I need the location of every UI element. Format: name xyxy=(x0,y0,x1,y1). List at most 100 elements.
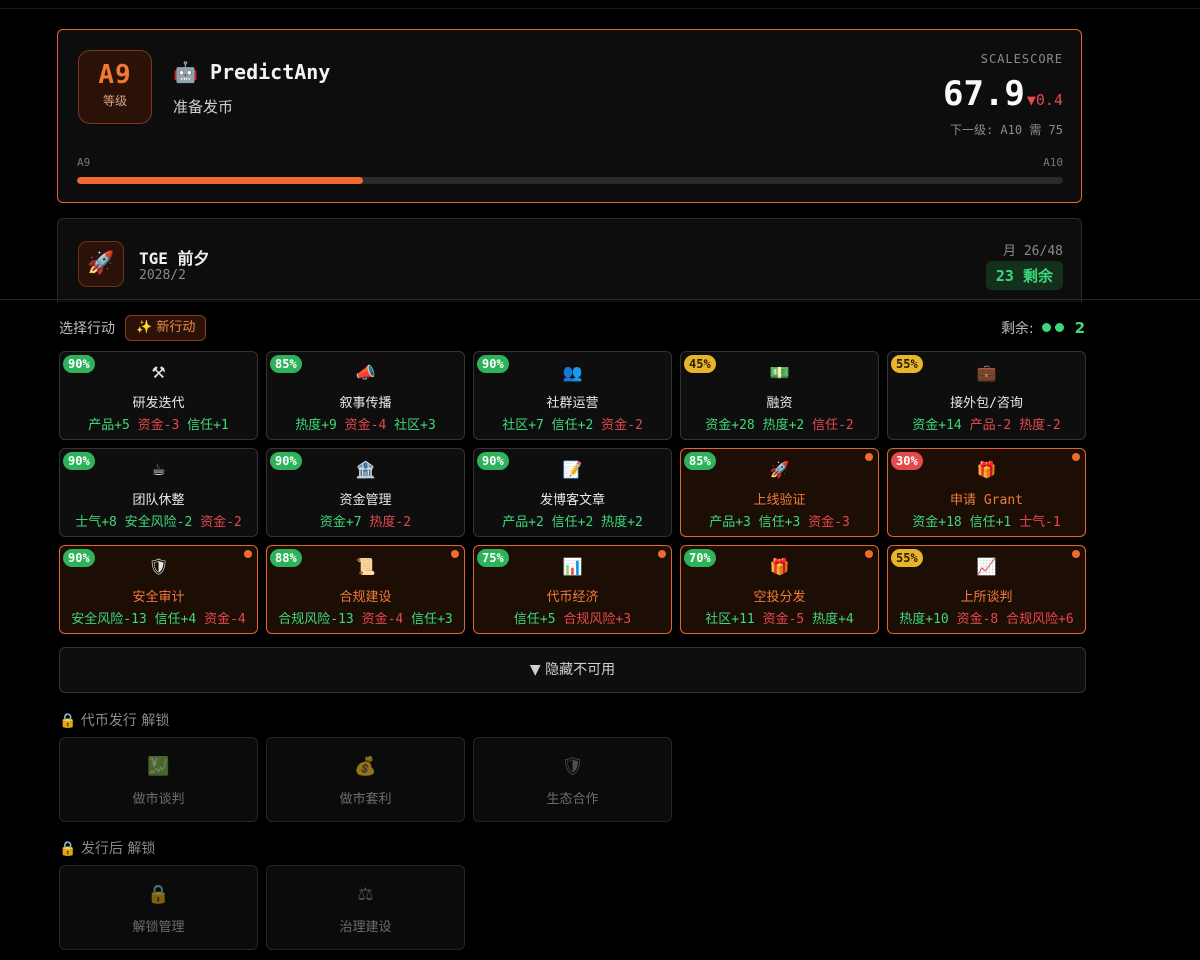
hide-unavailable-button[interactable]: ▼ 隐藏不可用 xyxy=(59,647,1086,693)
months-remaining-badge: 23 剩余 xyxy=(985,261,1063,290)
effect-value: 资金-2 xyxy=(601,418,643,433)
effect-value: 资金-4 xyxy=(361,612,404,627)
action-card[interactable]: 88% 📜 合规建设 合规风险-13 资金-4 信任+3 xyxy=(266,545,465,634)
chart-up-icon: 📈 xyxy=(976,557,997,576)
effect-value: 资金+18 xyxy=(912,515,962,530)
project-status: 准备发币 xyxy=(173,98,234,116)
effect-value: 热度+10 xyxy=(899,612,949,627)
effect-value: 信任+2 xyxy=(551,418,594,433)
locked-action-card: 💰 做市套利 xyxy=(266,737,465,822)
chart-yen-icon: 💹 xyxy=(147,756,170,777)
effect-value: 信任+3 xyxy=(411,612,453,627)
action-card[interactable]: 90% ☕ 团队休整 士气+8 安全风险-2 资金-2 xyxy=(59,448,258,537)
action-card[interactable]: 90% 🛡 安全审计 安全风险-13 信任+4 资金-4 xyxy=(59,545,258,634)
locked-action-card: ⚖ 治理建设 xyxy=(266,865,465,950)
locked-grid: 🔒 解锁管理 ⚖ 治理建设 xyxy=(59,865,1086,950)
effect-value: 信任+5 xyxy=(513,612,556,627)
new-indicator-dot xyxy=(865,550,873,558)
effect-value: 社区+11 xyxy=(705,612,755,627)
locked-action-title: 做市套利 xyxy=(339,792,392,807)
action-effects: 士气+8 安全风险-2 资金-2 xyxy=(60,511,257,530)
action-effects: 社区+11 资金-5 热度+4 xyxy=(681,608,878,627)
action-card[interactable]: 55% 💼 接外包/咨询 资金+14 产品-2 热度-2 xyxy=(887,351,1086,440)
effect-value: 安全风险-13 xyxy=(71,612,147,627)
effect-value: 信任+1 xyxy=(187,418,229,433)
next-level-requirement: 下一级: A10 需 75 xyxy=(949,123,1063,137)
new-action-button[interactable]: ✨ 新行动 xyxy=(125,315,207,341)
remaining-dot xyxy=(1055,323,1065,332)
effect-value: 热度+2 xyxy=(762,418,805,433)
remaining-dot xyxy=(1042,323,1052,332)
effect-value: 资金-3 xyxy=(137,418,180,433)
action-effects: 产品+2 信任+2 热度+2 xyxy=(474,511,671,530)
action-card[interactable]: 30% 🎁 申请 Grant 资金+18 信任+1 士气-1 xyxy=(887,448,1086,537)
action-effects: 安全风险-13 信任+4 资金-4 xyxy=(60,608,257,627)
lock-icon: 🔒 xyxy=(147,884,170,905)
action-effects: 信任+5 合规风险+3 xyxy=(474,608,671,627)
stage-card: 🚀 TGE 前夕 2028/2 月 26/48 23 剩余 xyxy=(57,218,1082,302)
project-name: 🤖 PredictAny xyxy=(173,60,331,84)
action-effects: 资金+18 信任+1 士气-1 xyxy=(888,511,1085,530)
action-title: 团队休整 xyxy=(132,493,185,508)
locked-section-label: 🔒 代币发行 解锁 xyxy=(59,713,170,729)
shield-icon: 🛡 xyxy=(561,756,584,777)
action-card[interactable]: 90% 👥 社群运营 社区+7 信任+2 资金-2 xyxy=(473,351,672,440)
rocket-icon: 🚀 xyxy=(78,241,124,287)
remaining-label: 剩余: xyxy=(1000,321,1034,337)
locked-action-title: 生态合作 xyxy=(546,792,599,807)
progress-start-label: A9 xyxy=(77,156,91,169)
rocket-icon: 🚀 xyxy=(769,460,790,479)
money-bag-icon: 💰 xyxy=(354,756,377,777)
action-effects: 产品+5 资金-3 信任+1 xyxy=(60,414,257,433)
new-indicator-dot xyxy=(658,550,666,558)
new-indicator-dot xyxy=(451,550,459,558)
action-effects: 热度+9 资金-4 社区+3 xyxy=(267,414,464,433)
shield-icon: 🛡 xyxy=(148,557,169,576)
effect-value: 资金-4 xyxy=(204,612,246,627)
action-title: 安全审计 xyxy=(132,590,185,605)
effect-value: 资金-2 xyxy=(200,515,242,530)
action-card[interactable]: 85% 📣 叙事传播 热度+9 资金-4 社区+3 xyxy=(266,351,465,440)
action-effects: 资金+7 热度-2 xyxy=(267,511,464,530)
action-effects: 资金+28 热度+2 信任-2 xyxy=(681,414,878,433)
action-card[interactable]: 45% 💵 融资 资金+28 热度+2 信任-2 xyxy=(680,351,879,440)
effect-value: 信任-2 xyxy=(812,418,854,433)
panel-divider xyxy=(0,299,1200,300)
action-title: 研发迭代 xyxy=(132,396,185,411)
action-card[interactable]: 85% 🚀 上线验证 产品+3 信任+3 资金-3 xyxy=(680,448,879,537)
score-value: 67.9 xyxy=(942,74,1025,114)
action-card[interactable]: 55% 📈 上所谈判 热度+10 资金-8 合规风险+6 xyxy=(887,545,1086,634)
megaphone-icon: 📣 xyxy=(355,363,376,382)
effect-value: 士气-1 xyxy=(1019,515,1061,530)
hammer-icon: ⚒ xyxy=(151,363,166,382)
action-card[interactable]: 70% 🎁 空投分发 社区+11 资金-5 热度+4 xyxy=(680,545,879,634)
effect-value: 合规风险+3 xyxy=(563,612,632,627)
effect-value: 热度-2 xyxy=(1019,418,1061,433)
new-indicator-dot xyxy=(1072,453,1080,461)
locked-section-label: 🔒 发行后 解锁 xyxy=(59,841,156,857)
level-progress-fill xyxy=(77,177,363,184)
level-badge-value: A9 xyxy=(98,60,132,90)
action-title: 接外包/咨询 xyxy=(950,396,1023,411)
action-card[interactable]: 90% 🏦 资金管理 资金+7 热度-2 xyxy=(266,448,465,537)
effect-value: 信任+2 xyxy=(551,515,594,530)
action-title: 上线验证 xyxy=(753,493,806,508)
stage-date: 2028/2 xyxy=(139,268,186,283)
action-title: 合规建设 xyxy=(339,590,392,605)
action-effects: 社区+7 信任+2 资金-2 xyxy=(474,414,671,433)
action-grid: 90% ⚒ 研发迭代 产品+5 资金-3 信任+1 85% 📣 叙事传播 热度+9 资金-4 … xyxy=(59,351,1086,634)
action-title: 申请 Grant xyxy=(950,493,1023,508)
effect-value: 热度+2 xyxy=(601,515,643,530)
bar-chart-icon: 📊 xyxy=(562,557,583,576)
remaining-count: 2 xyxy=(1074,319,1085,337)
effect-value: 合规风险-13 xyxy=(278,612,354,627)
action-card[interactable]: 90% 📝 发博客文章 产品+2 信任+2 热度+2 xyxy=(473,448,672,537)
effect-value: 资金-8 xyxy=(956,612,999,627)
action-card[interactable]: 75% 📊 代币经济 信任+5 合规风险+3 xyxy=(473,545,672,634)
action-card[interactable]: 90% ⚒ 研发迭代 产品+5 资金-3 信任+1 xyxy=(59,351,258,440)
level-progress-bar xyxy=(77,177,1063,184)
locked-action-title: 解锁管理 xyxy=(132,920,185,935)
remaining-actions: 剩余: 2 xyxy=(1001,318,1085,338)
effect-value: 资金+28 xyxy=(705,418,755,433)
action-title: 发博客文章 xyxy=(539,493,605,508)
